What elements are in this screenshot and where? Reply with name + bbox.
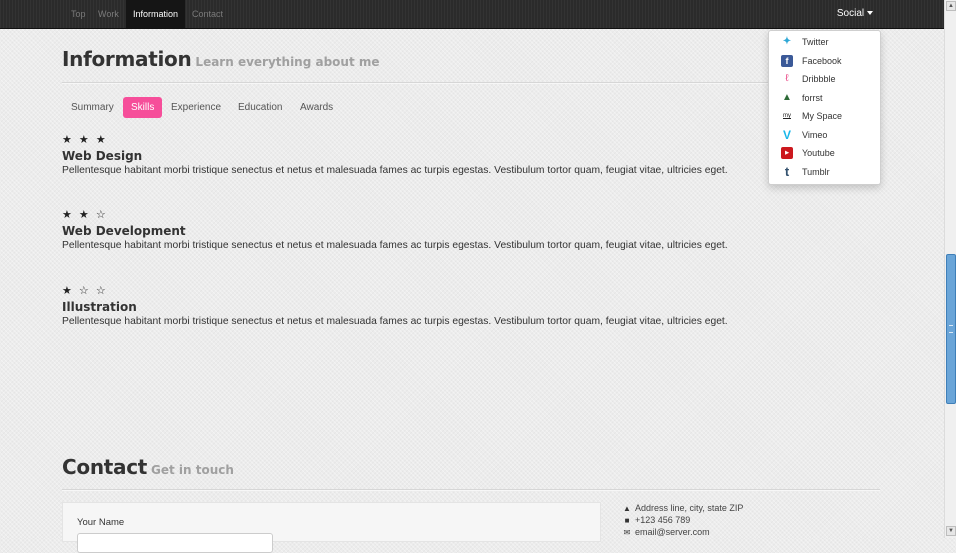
contact-divider	[62, 489, 880, 491]
social-dropdown-button[interactable]: Social	[830, 0, 880, 28]
nav-item-work[interactable]: Work	[91, 0, 126, 28]
scroll-down-arrow-icon[interactable]: ▼	[946, 526, 956, 536]
vimeo-icon: V	[782, 128, 791, 142]
social-item-label: My Space	[802, 111, 843, 121]
name-input[interactable]	[77, 533, 273, 553]
information-title: Information	[62, 47, 192, 71]
facebook-icon: f	[781, 55, 793, 67]
vertical-scrollbar[interactable]: ▲ ▼	[944, 0, 956, 538]
address-text: Address line, city, state ZIP	[635, 503, 744, 513]
dribbble-icon: ℓ	[785, 73, 789, 84]
nav-item-information[interactable]: Information	[126, 0, 186, 28]
social-dropdown-menu: ✦ Twitter f Facebook ℓ Dribbble ▲ forrst…	[768, 30, 881, 185]
information-divider	[62, 82, 880, 84]
contact-form: Your Name	[62, 502, 601, 553]
skill-rating-stars: ★ ★ ☆	[62, 209, 108, 221]
envelope-icon: ✉	[623, 528, 631, 537]
social-button-label: Social	[836, 8, 865, 19]
twitter-icon: ✦	[782, 36, 792, 47]
skill-rating-stars: ★ ★ ★	[62, 134, 108, 146]
social-item-youtube[interactable]: ▶ Youtube	[769, 144, 880, 162]
home-icon: ▲	[623, 504, 631, 513]
social-item-twitter[interactable]: ✦ Twitter	[769, 33, 880, 51]
skill-item-web-design: ★ ★ ★ Web Design Pellentesque habitant m…	[62, 133, 862, 178]
contact-email: ✉ email@server.com	[622, 527, 710, 538]
phone-text: +123 456 789	[635, 515, 691, 525]
youtube-icon: ▶	[781, 147, 793, 159]
contact-heading: Contact Get in touch	[62, 455, 234, 479]
skill-item-web-development: ★ ★ ☆ Web Development Pellentesque habit…	[62, 208, 862, 253]
skill-description: Pellentesque habitant morbi tristique se…	[62, 240, 728, 251]
nav-item-top[interactable]: Top	[64, 0, 93, 28]
name-field-label: Your Name	[77, 517, 125, 528]
information-heading: Information Learn everything about me	[62, 47, 380, 71]
social-item-label: Twitter	[802, 37, 829, 47]
social-item-forrst[interactable]: ▲ forrst	[769, 89, 880, 107]
social-item-label: Vimeo	[802, 130, 828, 140]
skill-item-illustration: ★ ☆ ☆ Illustration Pellentesque habitant…	[62, 284, 862, 329]
nav-item-contact[interactable]: Contact	[185, 0, 230, 28]
contact-title: Contact	[62, 455, 148, 479]
social-item-facebook[interactable]: f Facebook	[769, 52, 880, 70]
tab-awards[interactable]: Awards	[292, 97, 341, 118]
social-item-label: Tumblr	[802, 167, 830, 177]
contact-address: ▲ Address line, city, state ZIP	[622, 503, 743, 514]
skill-description: Pellentesque habitant morbi tristique se…	[62, 165, 728, 176]
email-text[interactable]: email@server.com	[635, 527, 710, 537]
comment-icon: ■	[624, 516, 630, 525]
skill-description: Pellentesque habitant morbi tristique se…	[62, 316, 728, 327]
myspace-icon: my	[783, 113, 791, 119]
skill-rating-stars: ★ ☆ ☆	[62, 285, 108, 297]
social-item-myspace[interactable]: my My Space	[769, 107, 880, 125]
contact-subtitle: Get in touch	[151, 463, 234, 477]
tab-summary[interactable]: Summary	[63, 97, 122, 118]
tab-skills[interactable]: Skills	[123, 97, 163, 118]
scrollbar-thumb[interactable]	[946, 254, 956, 404]
top-navbar: Top Work Information Contact Social	[0, 0, 944, 29]
tab-education[interactable]: Education	[230, 97, 290, 118]
scroll-up-arrow-icon[interactable]: ▲	[946, 1, 956, 11]
social-item-label: Dribbble	[802, 74, 836, 84]
information-subtitle: Learn everything about me	[195, 55, 380, 69]
skill-name: Illustration	[62, 300, 137, 314]
skill-name: Web Development	[62, 224, 186, 238]
social-item-label: forrst	[802, 93, 823, 103]
social-item-tumblr[interactable]: t Tumblr	[769, 163, 880, 181]
caret-down-icon	[867, 11, 874, 16]
scrollbar-grip-icon	[949, 325, 953, 333]
contact-phone: ■ +123 456 789	[622, 515, 691, 526]
social-item-dribbble[interactable]: ℓ Dribbble	[769, 70, 880, 88]
tumblr-icon: t	[784, 164, 790, 179]
social-item-vimeo[interactable]: V Vimeo	[769, 126, 880, 144]
tab-experience[interactable]: Experience	[163, 97, 229, 118]
social-item-label: Youtube	[802, 148, 835, 158]
forrst-icon: ▲	[782, 92, 792, 103]
skill-name: Web Design	[62, 149, 143, 163]
social-item-label: Facebook	[802, 56, 842, 66]
